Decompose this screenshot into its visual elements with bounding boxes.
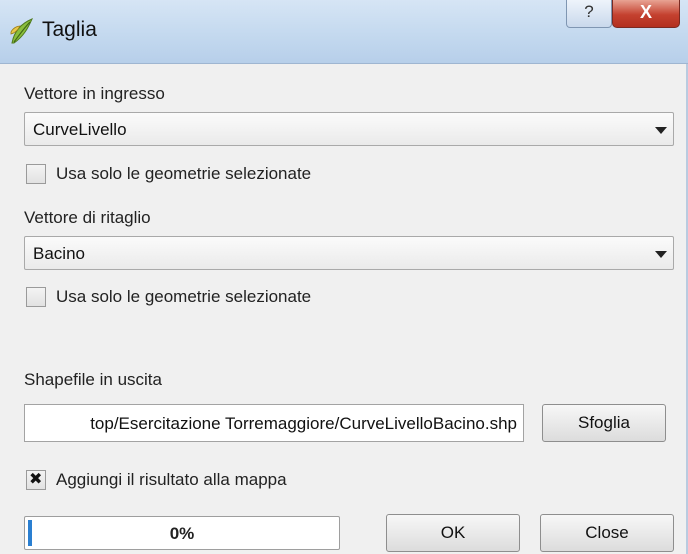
input-vector-value: CurveLivello: [33, 120, 127, 139]
output-shapefile-label: Shapefile in uscita: [24, 370, 162, 389]
chevron-down-icon: [655, 251, 667, 258]
add-to-map-label: Aggiungi il risultato alla mappa: [56, 470, 287, 489]
checkbox-checked-icon[interactable]: [26, 469, 46, 490]
checkbox-icon[interactable]: [26, 287, 46, 307]
clip-selected-only-label: Usa solo le geometrie selezionate: [56, 287, 312, 306]
output-path-value: top/Esercitazione Torremaggiore/CurveLiv…: [90, 414, 517, 433]
output-path-field[interactable]: top/Esercitazione Torremaggiore/CurveLiv…: [24, 404, 524, 442]
progress-bar: 0%: [24, 516, 340, 550]
qgis-leaf-icon: [10, 18, 33, 44]
chevron-down-icon: [655, 127, 667, 134]
input-selected-only-label: Usa solo le geometrie selezionate: [56, 164, 312, 183]
clip-dialog: Taglia ? X Vettore in ingresso CurveLive…: [0, 0, 688, 554]
close-button[interactable]: Close: [540, 514, 674, 552]
clip-vector-label: Vettore di ritaglio: [24, 208, 151, 227]
title-bar[interactable]: Taglia ? X: [0, 0, 688, 64]
input-vector-select[interactable]: CurveLivello: [24, 112, 674, 146]
window-close-button[interactable]: X: [612, 0, 680, 28]
checkbox-icon[interactable]: [26, 164, 46, 184]
input-vector-label: Vettore in ingresso: [24, 84, 165, 103]
clip-vector-value: Bacino: [33, 244, 85, 263]
ok-button[interactable]: OK: [386, 514, 520, 552]
progress-text: 0%: [169, 524, 195, 543]
help-button[interactable]: ?: [566, 0, 612, 28]
window-title: Taglia: [42, 18, 97, 41]
browse-button[interactable]: Sfoglia: [542, 404, 666, 442]
clip-vector-select[interactable]: Bacino: [24, 236, 674, 270]
